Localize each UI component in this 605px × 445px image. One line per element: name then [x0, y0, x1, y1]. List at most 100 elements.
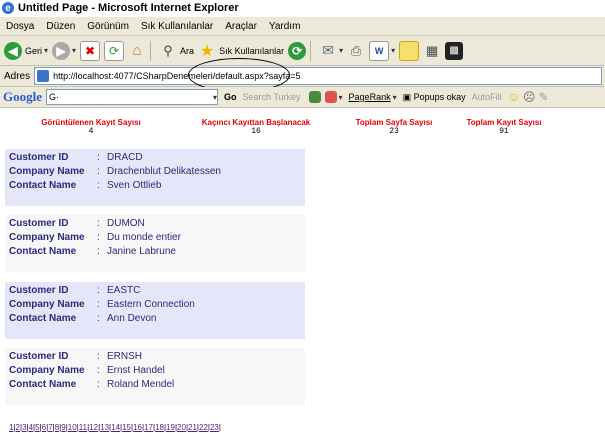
search-button[interactable]: ⚲ Ara: [159, 39, 194, 63]
refresh-button[interactable]: ⟳: [104, 39, 125, 63]
google-logo-text: Google: [3, 89, 42, 104]
customer-id-label: Customer ID: [9, 285, 69, 296]
page-link[interactable]: 15: [122, 423, 131, 432]
page-link[interactable]: 21: [188, 423, 197, 432]
history-icon: ⟳: [288, 41, 307, 60]
page-content: Görüntülenen Kayıt Sayısı 4 Kaçıncı Kayı…: [0, 108, 605, 445]
field-colon: :: [97, 180, 100, 191]
menu-favorites[interactable]: Sık Kullanılanlar: [135, 21, 219, 32]
edit-button[interactable]: W ▾: [369, 39, 395, 63]
history-button[interactable]: ⟳: [288, 39, 307, 63]
page-link[interactable]: 20: [177, 423, 186, 432]
frown-icon[interactable]: ☹: [523, 90, 536, 104]
field-colon: :: [97, 365, 100, 376]
page-link[interactable]: 18: [155, 423, 164, 432]
stat-displayed-count: Görüntülenen Kayıt Sayısı 4: [35, 118, 147, 136]
chevron-down-icon: ▾: [392, 92, 397, 102]
popup-blocker-icon: ▣: [402, 91, 412, 102]
contact-name-value: Roland Mendel: [107, 379, 175, 390]
messenger-button[interactable]: ▩: [445, 39, 464, 63]
company-name-label: Company Name: [9, 232, 85, 243]
page-icon: [37, 70, 50, 82]
search-turkey-button[interactable]: Search Turkey: [243, 92, 301, 102]
google-logo[interactable]: Google: [3, 89, 42, 105]
company-name-row: Company Name : Eastern Connection: [9, 299, 195, 313]
smiley-icon[interactable]: ☺: [508, 90, 520, 104]
menu-view[interactable]: Görünüm: [81, 21, 135, 32]
record-item: Customer ID : EASTC Company Name : Easte…: [5, 282, 305, 339]
home-button[interactable]: ⌂: [128, 39, 146, 63]
page-link[interactable]: 17: [144, 423, 153, 432]
ie-logo-icon: e: [2, 2, 14, 14]
google-toolbar: Google G· ▾ Go Search Turkey ▾ PageRank …: [0, 87, 605, 108]
field-colon: :: [97, 232, 100, 243]
field-colon: :: [97, 285, 100, 296]
customer-id-row: Customer ID : DUMON: [9, 218, 145, 232]
menu-tools[interactable]: Araçlar: [219, 21, 263, 32]
chevron-down-icon: ▾: [44, 46, 49, 55]
page-link[interactable]: 12: [89, 423, 98, 432]
stat-label: Görüntülenen Kayıt Sayısı: [41, 118, 141, 127]
field-colon: :: [97, 166, 100, 177]
contact-name-label: Contact Name: [9, 180, 77, 191]
company-name-value: Drachenblut Delikatessen: [107, 166, 221, 177]
field-colon: :: [97, 379, 100, 390]
page-link[interactable]: 10: [68, 423, 77, 432]
stat-start-record: Kaçıncı Kayıttan Başlanacak 16: [194, 118, 318, 136]
autofill-button[interactable]: AutoFill: [472, 92, 502, 102]
news-icon[interactable]: [308, 91, 321, 103]
pagerank-indicator[interactable]: PageRank: [349, 92, 391, 102]
customer-id-value: EASTC: [107, 285, 141, 296]
customer-id-value: ERNSH: [107, 351, 143, 362]
record-item: Customer ID : DUMON Company Name : Du mo…: [5, 215, 305, 272]
page-link[interactable]: 13: [100, 423, 109, 432]
page-link[interactable]: 23: [210, 423, 219, 432]
company-name-value: Ernst Handel: [107, 365, 165, 376]
google-go-button[interactable]: Go: [224, 92, 237, 102]
search-icon: ⚲: [163, 42, 173, 58]
field-colon: :: [97, 351, 100, 362]
google-search-input[interactable]: G· ▾: [46, 89, 218, 105]
print-button[interactable]: ⎙: [347, 39, 365, 63]
menu-file[interactable]: Dosya: [0, 21, 40, 32]
field-colon: :: [97, 246, 100, 257]
stat-total-pages: Toplam Sayfa Sayısı 23: [350, 118, 438, 136]
address-input[interactable]: http://localhost:4077/CSharpDenemeleri/d…: [34, 67, 603, 85]
print-icon: ⎙: [350, 42, 362, 58]
contact-name-row: Contact Name : Ann Devon: [9, 313, 156, 327]
company-name-label: Company Name: [9, 166, 85, 177]
record-item: Customer ID : ERNSH Company Name : Ernst…: [5, 348, 305, 405]
company-name-row: Company Name : Drachenblut Delikatessen: [9, 166, 221, 180]
stat-value: 16: [251, 127, 261, 136]
page-link[interactable]: 19: [166, 423, 175, 432]
page-link[interactable]: 11: [79, 423, 87, 432]
menu-help[interactable]: Yardım: [263, 21, 307, 32]
field-colon: :: [97, 299, 100, 310]
pagination: 1|2|3|4|5|6|7|8|9|10|11|12|13|14|15|16|1…: [9, 423, 221, 432]
mail-button[interactable]: ✉ ▾: [319, 39, 343, 63]
page-link[interactable]: 14: [111, 423, 120, 432]
forward-button[interactable]: ▶ ▾: [52, 39, 76, 63]
stat-value: 23: [389, 127, 399, 136]
stop-button[interactable]: ✖: [80, 39, 101, 63]
star-icon: ★: [199, 42, 215, 60]
stat-total-records: Toplam Kayıt Sayısı 91: [461, 118, 547, 136]
customer-id-label: Customer ID: [9, 218, 69, 229]
pencil-icon[interactable]: ✎: [538, 90, 548, 104]
standard-toolbar: ◀ Geri ▾ ▶ ▾ ✖ ⟳ ⌂ ⚲ Ara ★ Sık Kullanıla…: [0, 36, 605, 66]
menu-edit[interactable]: Düzen: [40, 21, 81, 32]
discuss-button[interactable]: [399, 39, 420, 63]
contact-name-label: Contact Name: [9, 246, 77, 257]
chevron-down-icon: ▾: [72, 46, 77, 55]
note-icon: [399, 40, 420, 61]
popups-button[interactable]: ▣ Popups okay: [403, 92, 466, 103]
page-link[interactable]: 22: [199, 423, 208, 432]
page-link[interactable]: 16: [133, 423, 142, 432]
options-icon[interactable]: [324, 91, 337, 103]
research-button[interactable]: ▦: [423, 39, 441, 63]
customer-id-value: DUMON: [107, 218, 145, 229]
back-button[interactable]: ◀ Geri ▾: [4, 39, 48, 63]
popups-label: Popups okay: [413, 91, 466, 102]
toolbar-divider: [150, 40, 152, 61]
company-name-value: Du monde entier: [107, 232, 181, 243]
